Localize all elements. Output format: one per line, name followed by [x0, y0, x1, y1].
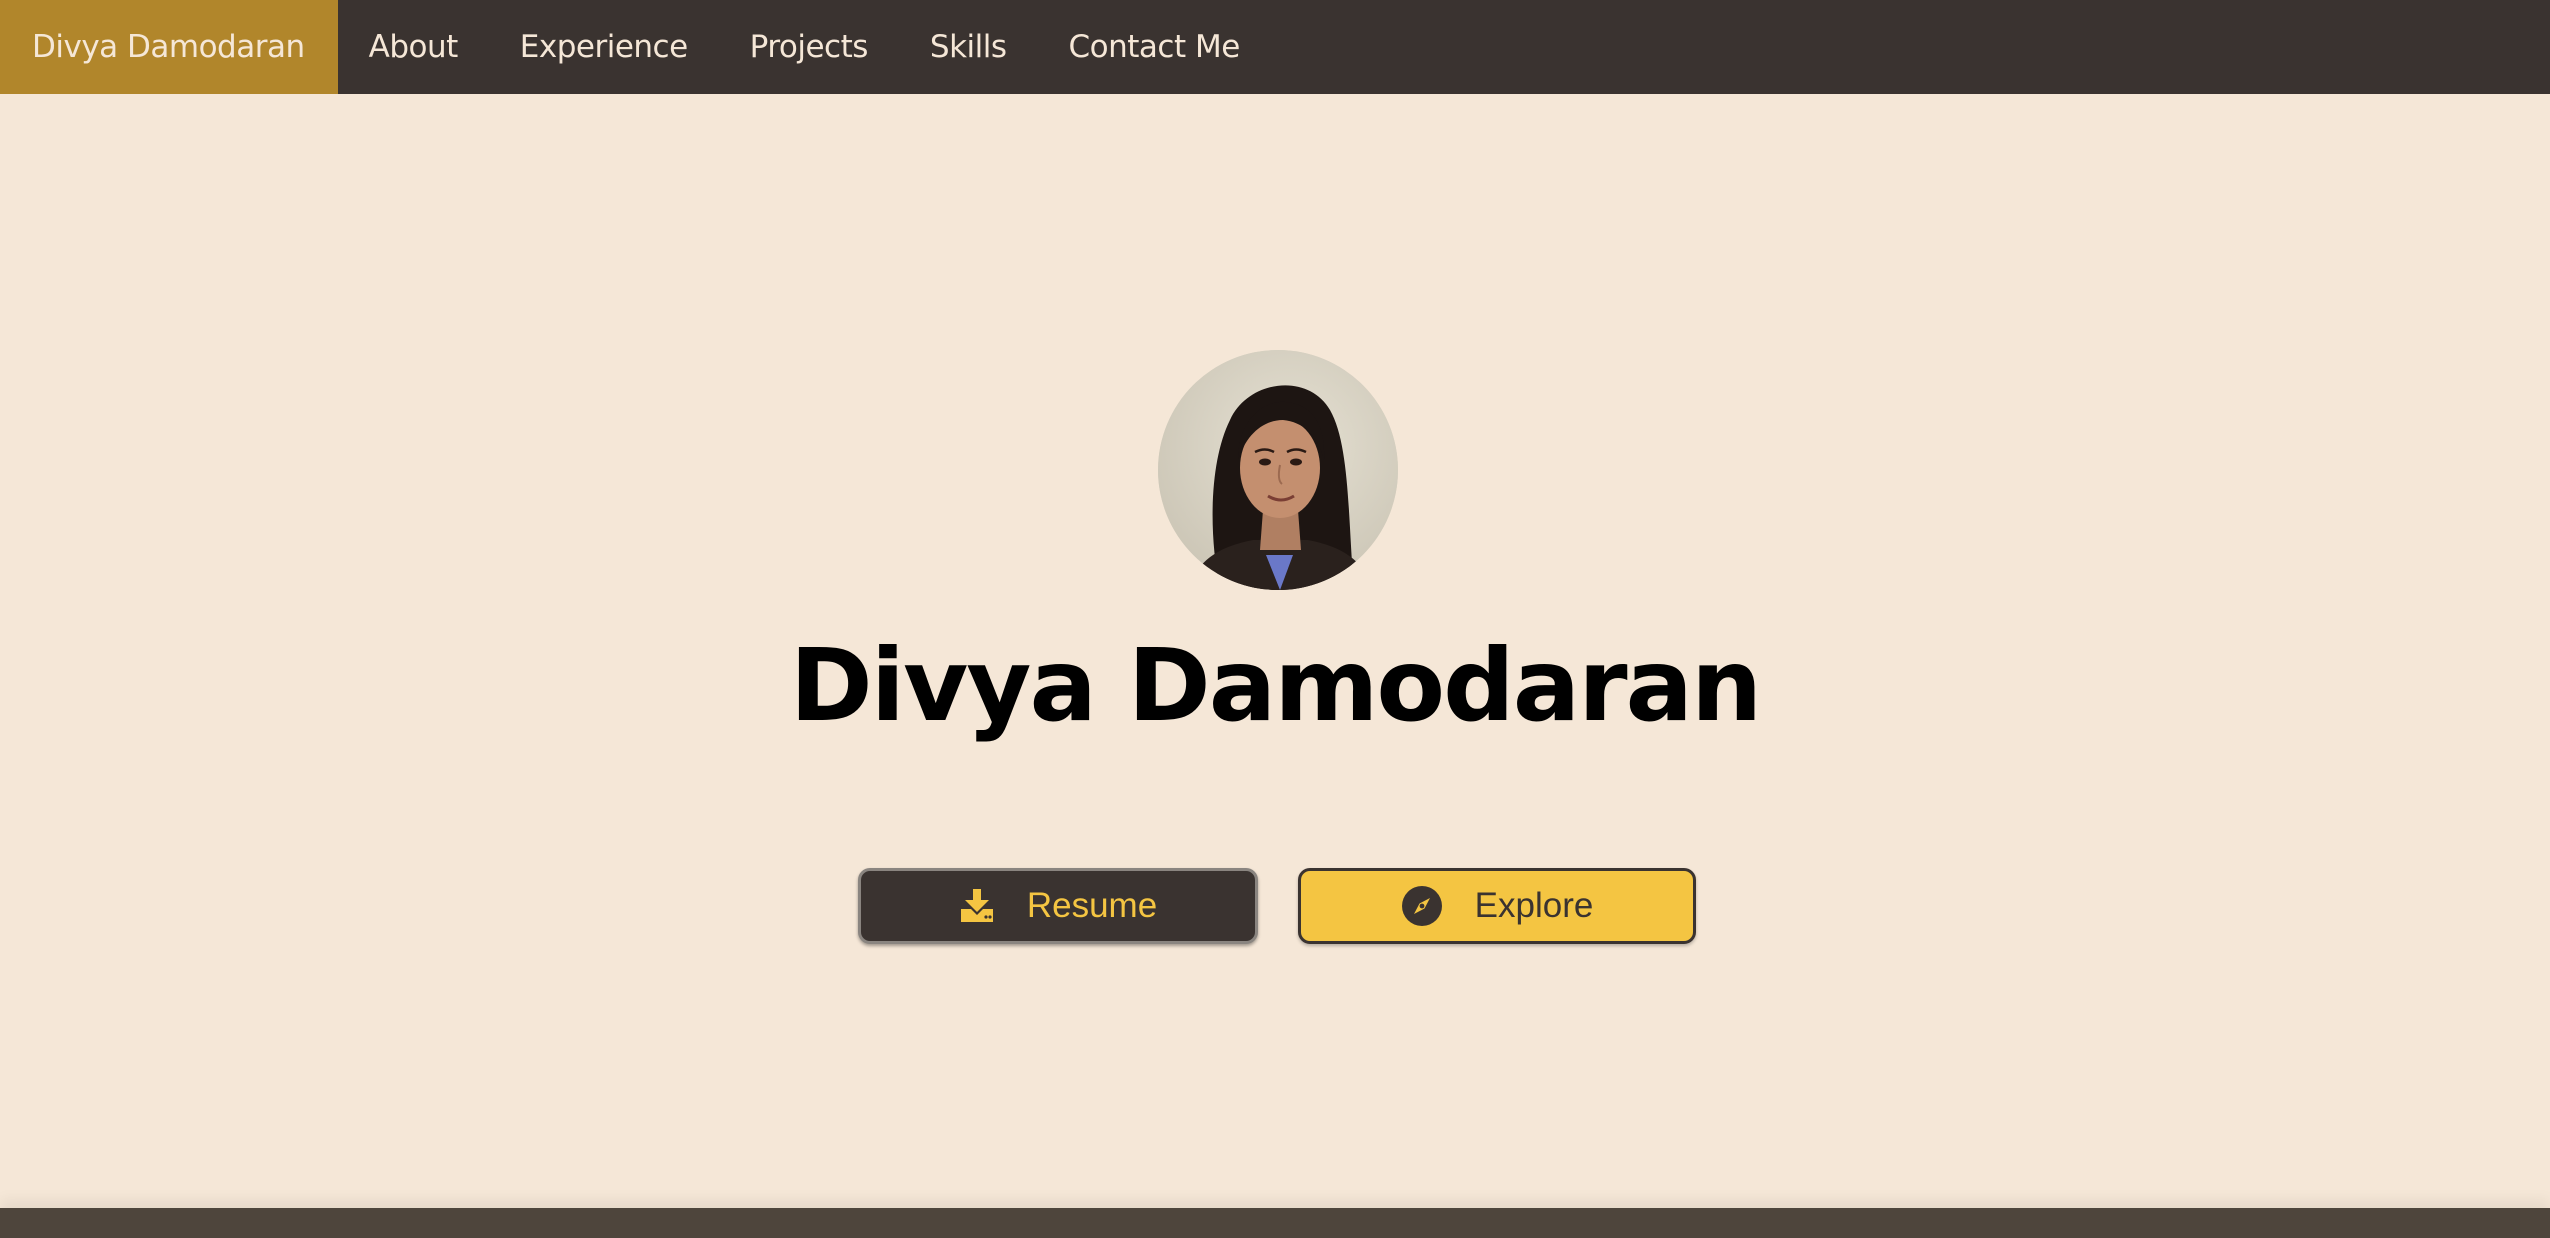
explore-button[interactable]: Explore: [1298, 868, 1696, 944]
nav-link-experience[interactable]: Experience: [489, 0, 719, 94]
nav-link-skills[interactable]: Skills: [899, 0, 1038, 94]
avatar-photo: [1158, 350, 1398, 590]
explore-button-label: Explore: [1474, 886, 1594, 925]
download-icon: [959, 889, 995, 923]
avatar: [1158, 350, 1398, 590]
hero-section: Divya Damodaran Resume Explore: [0, 94, 2550, 1208]
compass-icon: [1401, 885, 1443, 927]
resume-button[interactable]: Resume: [858, 868, 1258, 944]
hero-name: Divya Damodaran: [789, 627, 1762, 744]
brand-link[interactable]: Divya Damodaran: [0, 0, 338, 94]
navbar: Divya Damodaran About Experience Project…: [0, 0, 2550, 94]
nav-link-contact[interactable]: Contact Me: [1038, 0, 1271, 94]
resume-button-label: Resume: [1026, 886, 1158, 925]
footer-bar: [0, 1208, 2550, 1238]
nav-link-projects[interactable]: Projects: [719, 0, 899, 94]
nav-link-about[interactable]: About: [338, 0, 489, 94]
